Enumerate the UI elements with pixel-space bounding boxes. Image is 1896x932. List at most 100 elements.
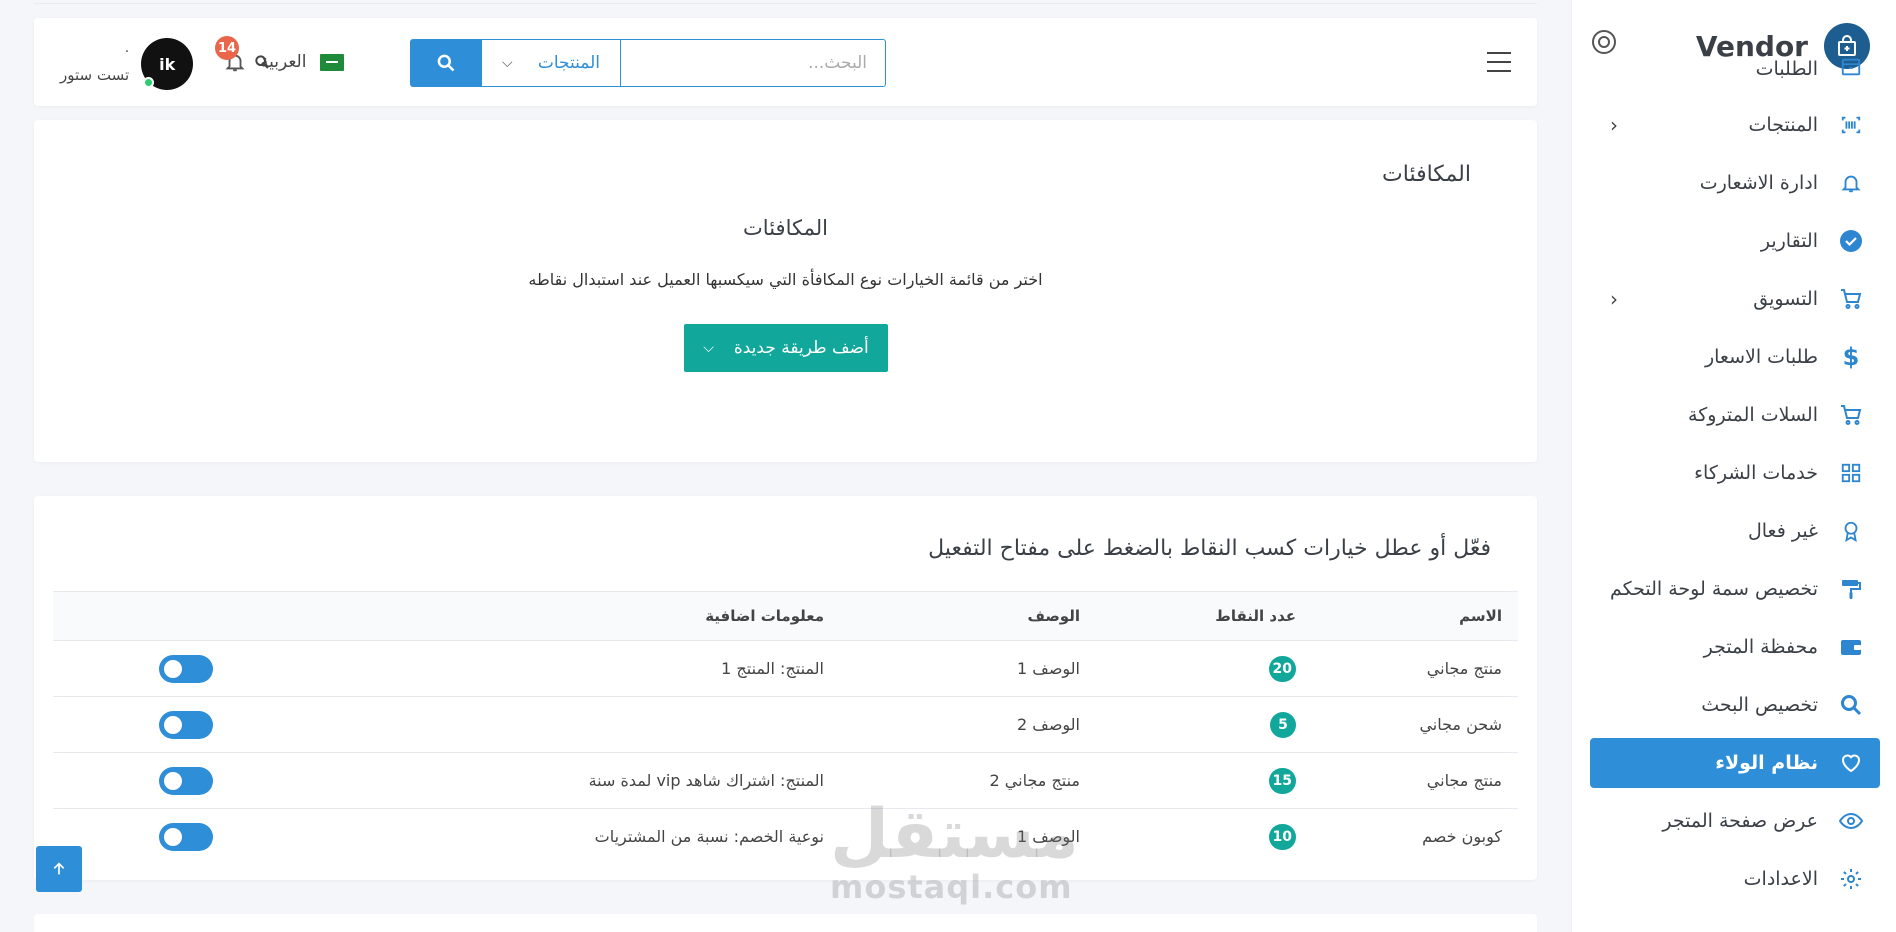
- sidebar-item-label: طلبات الاسعار: [1704, 346, 1818, 368]
- enable-toggle[interactable]: [159, 822, 213, 851]
- chevron-right-icon: ›: [1610, 113, 1618, 137]
- award-icon: [1838, 518, 1864, 544]
- top-strip: [34, 0, 1537, 4]
- sidebar-item-loyalty[interactable]: نظام الولاء: [1590, 738, 1880, 788]
- watermark: مستقل mostaql.com: [830, 795, 1079, 905]
- sidebar-item-label: الاعدادات: [1743, 868, 1818, 890]
- column-header-toggle: [53, 592, 264, 641]
- row-description: الوصف 2: [1016, 715, 1080, 734]
- chevron-right-icon: ›: [1610, 287, 1618, 311]
- cart-icon: [1838, 286, 1864, 312]
- sidebar-item-abandoned-carts[interactable]: السلات المتروكة: [1590, 390, 1880, 440]
- column-header-name: الاسم: [1459, 607, 1502, 625]
- enable-toggle[interactable]: [159, 710, 213, 739]
- enable-toggle[interactable]: [159, 766, 213, 795]
- arrow-up-icon: [53, 862, 65, 875]
- sidebar-item-quotes[interactable]: طلبات الاسعار $: [1590, 332, 1880, 382]
- sidebar-item-search-settings[interactable]: تخصيص البحث: [1590, 680, 1880, 730]
- online-status-dot: [143, 77, 155, 88]
- sidebar-item-notifications[interactable]: ادارة الاشعارت: [1590, 158, 1880, 208]
- row-name: كوبون خصم: [1422, 827, 1502, 847]
- sidebar-item-label: غير فعال: [1747, 520, 1818, 542]
- search-category-select[interactable]: ⌵ المنتجات: [482, 39, 620, 87]
- sidebar-item-store-view[interactable]: عرض صفحة المتجر: [1590, 796, 1880, 846]
- rewards-description: اختر من قائمة الخيارات نوع المكافأة التي…: [528, 270, 1043, 289]
- sidebar-item-label: ادارة الاشعارت: [1699, 172, 1818, 194]
- sidebar-nav: الطلبات › المنتجات ادارة الاشعارت التقار…: [1590, 58, 1880, 912]
- watermark-arabic: مستقل: [830, 795, 1079, 874]
- box-icon: [1838, 54, 1864, 80]
- sidebar-item-label: السلات المتروكة: [1688, 404, 1818, 426]
- search-input[interactable]: [620, 39, 886, 87]
- menu-icon[interactable]: [1487, 52, 1511, 72]
- sidebar-item-orders[interactable]: الطلبات: [1590, 50, 1880, 80]
- rewards-card-title: المكافئات: [1382, 162, 1471, 187]
- column-header-description: الوصف: [1027, 607, 1080, 625]
- row-name: شحن مجاني: [1419, 715, 1502, 734]
- table-row: كوبون خصم 10 الوصف 1 نوعية الخصم: نسبة م…: [53, 809, 1518, 865]
- search-button[interactable]: [410, 39, 482, 87]
- sidebar-item-partner-services[interactable]: خدمات الشركاء: [1590, 448, 1880, 498]
- check-circle-icon: [1838, 228, 1864, 254]
- dollar-icon: $: [1842, 343, 1860, 371]
- table-row: منتج مجاني 15 منتج مجاني 2 المنتج: اشترا…: [53, 753, 1518, 809]
- grid-icon: [1838, 460, 1864, 486]
- sidebar-item-theme[interactable]: تخصيص سمة لوحة التحكم: [1590, 564, 1880, 614]
- wallet-icon: [1838, 634, 1864, 660]
- sidebar-item-settings[interactable]: الاعدادات: [1590, 854, 1880, 904]
- sidebar-item-label: نظام الولاء: [1715, 752, 1818, 774]
- sidebar-item-label: التقارير: [1760, 230, 1818, 252]
- enable-toggle[interactable]: [159, 654, 213, 683]
- bell-icon: [1838, 170, 1864, 196]
- row-extra-info: نوعية الخصم: نسبة من المشتريات: [594, 827, 824, 847]
- search-icon: [1838, 692, 1864, 718]
- search-bar: ⌵ المنتجات: [410, 39, 886, 87]
- points-options-card: فعّل أو عطل خيارات كسب النقاط بالضغط على…: [34, 496, 1537, 880]
- sidebar: Vendor الطلبات › المنتجات ادارة الاشعارت…: [1571, 0, 1896, 932]
- row-name: منتج مجاني: [1426, 771, 1502, 790]
- add-reward-method-label: أضف طريقة جديدة: [733, 338, 869, 358]
- rewards-card: المكافئات المكافئات اختر من قائمة الخيار…: [34, 120, 1537, 462]
- paint-roller-icon: [1838, 576, 1864, 602]
- add-reward-method-button[interactable]: ⌵ أضف طريقة جديدة: [684, 324, 888, 372]
- chevron-down-icon: ⌵: [502, 55, 513, 71]
- heart-icon: [1838, 750, 1864, 776]
- sidebar-item-marketing[interactable]: › التسويق: [1590, 274, 1880, 324]
- table-header-row: الاسم عدد النقاط الوصف معلومات اضافية: [53, 591, 1518, 641]
- sidebar-item-label: تخصيص سمة لوحة التحكم: [1610, 578, 1818, 600]
- points-badge: 10: [1268, 823, 1296, 850]
- search-category-value: المنتجات: [537, 53, 600, 73]
- saudi-flag-icon: [320, 53, 345, 71]
- language-selector[interactable]: العربية: [260, 48, 345, 76]
- eye-icon: [1838, 808, 1864, 834]
- rewards-inner-title: المكافئات: [743, 216, 828, 240]
- sidebar-item-inactive[interactable]: غير فعال: [1590, 506, 1880, 556]
- user-role: ·: [124, 44, 130, 60]
- sidebar-item-label: خدمات الشركاء: [1694, 462, 1818, 484]
- sidebar-item-label: المنتجات: [1748, 114, 1818, 136]
- user-menu[interactable]: ik · تست ستور: [60, 38, 194, 90]
- user-info: · تست ستور: [60, 44, 129, 84]
- row-extra-info: [264, 697, 824, 753]
- row-name: منتج مجاني: [1426, 659, 1502, 678]
- points-badge: 15: [1268, 767, 1296, 794]
- next-card: [34, 914, 1537, 932]
- points-options-title: فعّل أو عطل خيارات كسب النقاط بالضغط على…: [928, 536, 1491, 561]
- cart-icon: [1838, 402, 1864, 428]
- points-badge: 5: [1270, 711, 1296, 738]
- sidebar-item-products[interactable]: › المنتجات: [1590, 100, 1880, 150]
- sidebar-item-wallet[interactable]: محفظة المتجر: [1590, 622, 1880, 672]
- sidebar-item-label: التسويق: [1753, 288, 1818, 310]
- points-badge: 20: [1268, 655, 1296, 682]
- barcode-icon: [1838, 112, 1864, 138]
- sidebar-item-label: محفظة المتجر: [1703, 636, 1818, 658]
- sidebar-item-reports[interactable]: التقارير: [1590, 216, 1880, 266]
- top-header: ⌵ المنتجات العربية 14 ik · تست ستور: [34, 18, 1537, 106]
- row-extra-info: المنتج: اشتراك شاهد vip لمدة سنة: [588, 771, 824, 790]
- header-search-icon[interactable]: [252, 48, 272, 76]
- sidebar-item-label: الطلبات: [1755, 58, 1818, 80]
- scroll-to-top-button[interactable]: [36, 846, 82, 892]
- sidebar-item-label: عرض صفحة المتجر: [1662, 810, 1818, 832]
- table-row: شحن مجاني 5 الوصف 2: [53, 697, 1518, 753]
- column-header-extra-info: معلومات اضافية: [705, 607, 824, 625]
